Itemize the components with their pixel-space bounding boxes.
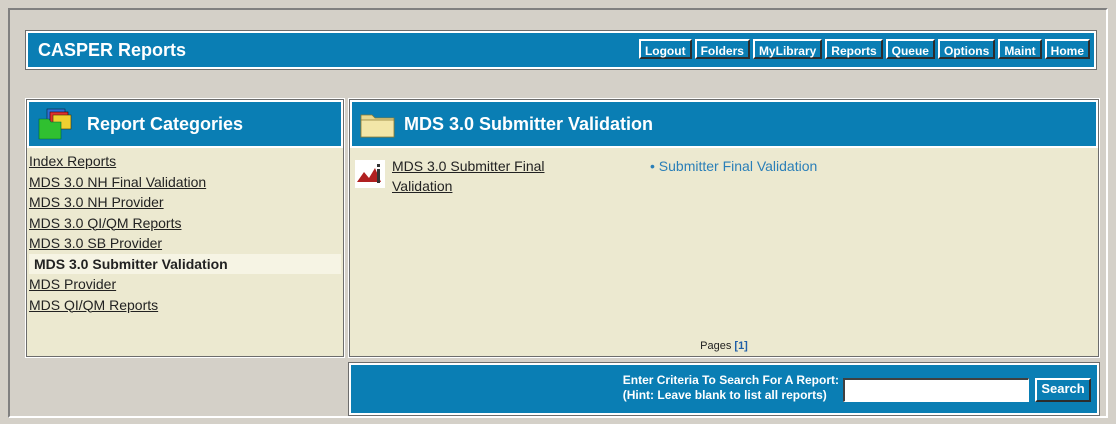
category-index-reports[interactable]: Index Reports [29,151,343,172]
report-sublink[interactable]: • Submitter Final Validation [650,156,817,176]
pagination: Pages [1] [350,340,1098,352]
maint-button[interactable]: Maint [998,39,1042,59]
category-mds-provider[interactable]: MDS Provider [29,274,343,295]
mylibrary-button[interactable]: MyLibrary [752,39,823,59]
category-mds30-qiqm-reports[interactable]: MDS 3.0 QI/QM Reports [29,213,343,234]
categories-title: Report Categories [87,113,244,134]
search-input[interactable] [843,378,1029,402]
folder-icon [360,109,396,139]
search-instructions: Enter Criteria To Search For A Report: (… [623,373,839,403]
search-prompt: Enter Criteria To Search For A Report: [622,373,839,387]
category-list: Index Reports MDS 3.0 NH Final Validatio… [27,148,343,315]
page-link-1[interactable]: [1] [734,340,747,352]
nav-bar: Logout Folders MyLibrary Reports Queue O… [638,39,1090,59]
folders-button[interactable]: Folders [694,39,750,59]
report-icon[interactable] [355,160,385,188]
report-categories-panel: Report Categories Index Reports MDS 3.0 … [25,98,345,358]
categories-header: Report Categories [27,100,343,148]
app-title: CASPER Reports [38,40,187,60]
app-header: CASPER Reports Logout Folders MyLibrary … [25,30,1097,70]
pages-label: Pages [700,340,732,352]
folder-header: MDS 3.0 Submitter Validation [350,100,1098,148]
search-hint: (Hint: Leave blank to list all reports) [622,388,827,402]
report-sublink-label[interactable]: Submitter Final Validation [659,158,817,174]
category-mds30-sb-provider[interactable]: MDS 3.0 SB Provider [29,233,343,254]
category-mds30-nh-final-validation[interactable]: MDS 3.0 NH Final Validation [29,172,343,193]
reports-button[interactable]: Reports [825,39,883,59]
folder-title: MDS 3.0 Submitter Validation [404,113,654,134]
search-button[interactable]: Search [1035,378,1091,402]
home-button[interactable]: Home [1044,39,1090,59]
report-link-mds30-submitter-final-validation[interactable]: MDS 3.0 Submitter Final Validation [392,156,592,196]
search-bar: Enter Criteria To Search For A Report: (… [348,362,1100,416]
category-mds30-nh-provider[interactable]: MDS 3.0 NH Provider [29,192,343,213]
queue-button[interactable]: Queue [885,39,935,59]
folders-icon [37,107,77,141]
category-mds30-submitter-validation[interactable]: MDS 3.0 Submitter Validation [29,253,341,274]
category-mds-qiqm-reports[interactable]: MDS QI/QM Reports [29,295,343,316]
logout-button[interactable]: Logout [638,39,692,59]
options-button[interactable]: Options [937,39,996,59]
folder-contents-panel: MDS 3.0 Submitter Validation MDS 3.0 Sub… [348,98,1100,358]
report-row: MDS 3.0 Submitter Final Validation • Sub… [355,156,1095,196]
